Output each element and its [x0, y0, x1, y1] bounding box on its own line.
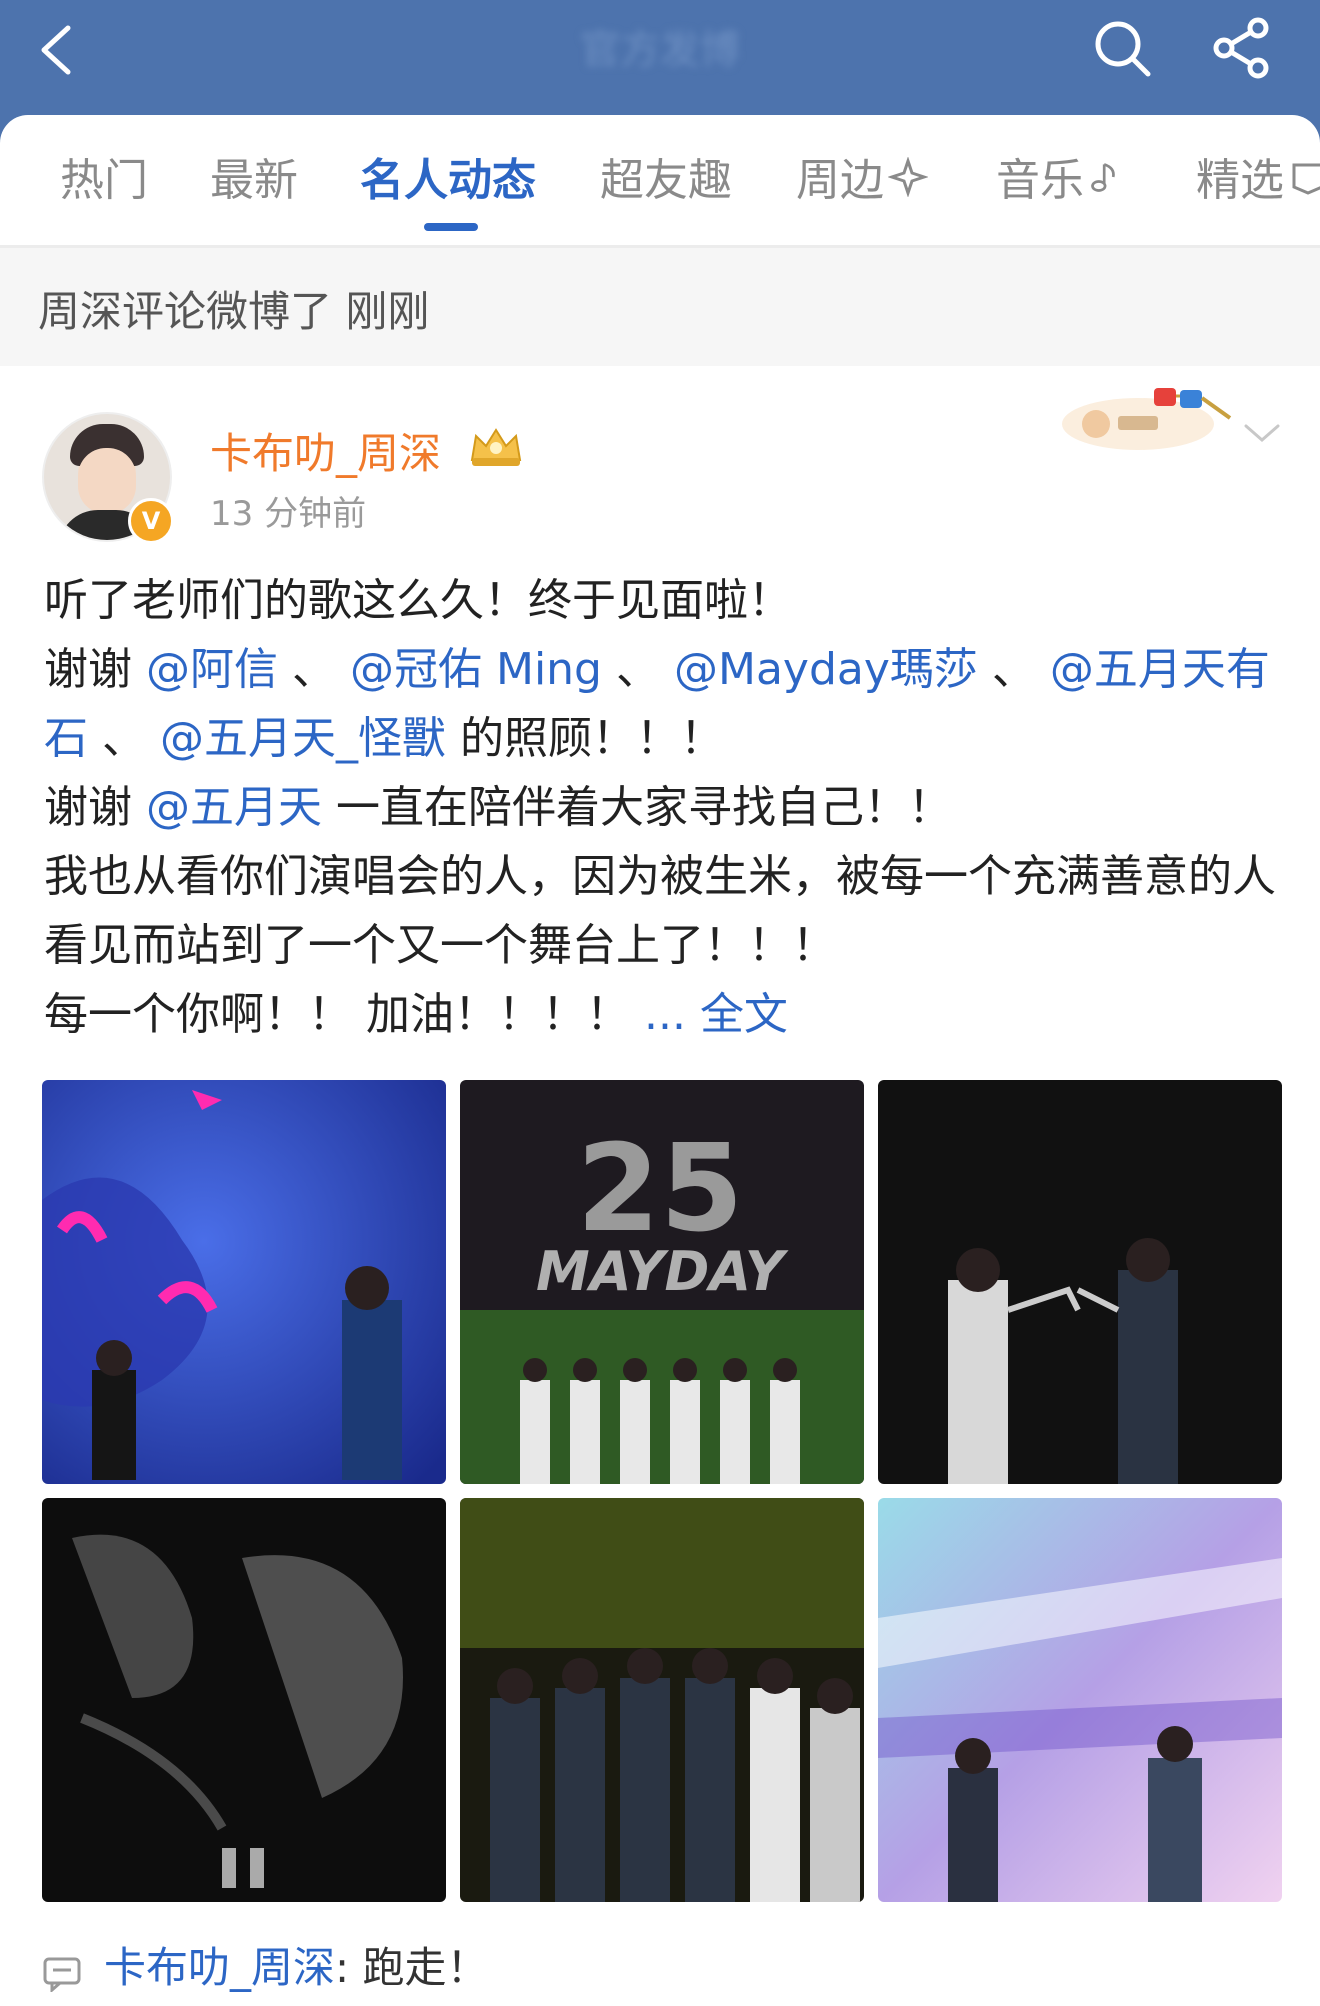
- photo-thumbnail[interactable]: [878, 1080, 1282, 1484]
- photo-thumbnail[interactable]: [460, 1498, 864, 1902]
- comment-preview[interactable]: 卡布叻_周深: 跑走！: [42, 1934, 489, 1994]
- separator: 、: [278, 644, 336, 695]
- tab-latest[interactable]: 最新: [210, 151, 298, 211]
- photo-grid: 25 MAYDAY: [42, 1080, 1282, 1902]
- post-text-fragment: 一直在陪伴着大家寻找自己！！: [322, 782, 952, 833]
- tab-hot[interactable]: 热门: [60, 151, 148, 211]
- mention-link[interactable]: @冠佑 Ming: [350, 644, 602, 695]
- crown-badge-icon: [468, 424, 524, 468]
- tab-bar: 热门 最新 名人动态 超友趣 周边 音乐 精选: [0, 115, 1320, 248]
- comment-text: : 跑走！: [335, 1943, 489, 1992]
- page-title: 官方发博: [580, 27, 740, 73]
- post-time: 13 分钟前: [210, 494, 367, 534]
- tab-music[interactable]: 音乐: [996, 151, 1124, 211]
- activity-notice: 周深评论微博了 刚刚: [0, 248, 1320, 366]
- verified-badge-icon: V: [128, 498, 174, 544]
- poster-text: 25: [577, 1120, 744, 1259]
- comment-author[interactable]: 卡布叻_周深: [104, 1943, 335, 1992]
- poster-text: MAYDAY: [536, 1240, 789, 1303]
- post-line: 每一个你啊！！ 加油！！！！: [44, 989, 644, 1040]
- post-text-fragment: 谢谢: [44, 782, 146, 833]
- featured-icon: [1288, 153, 1320, 213]
- post-line: 我也从看你们演唱会的人，因为被生米，被每一个充满善意的人看见而站到了一个又一个舞…: [44, 851, 1276, 971]
- photo-thumbnail[interactable]: [878, 1498, 1282, 1902]
- tab-label: 热门: [60, 155, 148, 206]
- separator: 、: [977, 644, 1036, 695]
- mention-link[interactable]: @Mayday瑪莎: [674, 644, 978, 695]
- mention-link[interactable]: @五月天_怪獸: [160, 713, 446, 764]
- tab-celebrity-activity[interactable]: 名人动态: [360, 151, 536, 211]
- search-icon[interactable]: [1090, 16, 1154, 80]
- photo-thumbnail[interactable]: [42, 1080, 446, 1484]
- tab-label: 最新: [210, 155, 298, 206]
- tab-merch[interactable]: 周边: [796, 151, 929, 213]
- mention-link[interactable]: @五月天: [146, 782, 322, 833]
- tab-label: 名人动态: [360, 155, 536, 206]
- read-more-link[interactable]: 全文: [700, 989, 788, 1040]
- photo-thumbnail[interactable]: [42, 1498, 446, 1902]
- post-body: 听了老师们的歌这么久！终于见面啦！ 谢谢 @阿信 、 @冠佑 Ming 、 @M…: [44, 566, 1284, 1049]
- tab-label: 周边: [796, 155, 884, 206]
- tab-label: 音乐: [996, 155, 1084, 206]
- mention-link[interactable]: @阿信: [146, 644, 278, 695]
- active-tab-indicator: [424, 223, 478, 231]
- photo-thumbnail[interactable]: 25 MAYDAY: [460, 1080, 864, 1484]
- back-arrow-icon[interactable]: [28, 20, 88, 80]
- post-username[interactable]: 卡布叻_周深: [210, 420, 441, 481]
- separator: 、: [602, 644, 660, 695]
- fan-badge-sticker-icon: [1058, 378, 1238, 458]
- post-text-fragment: 的照顾！！！: [446, 713, 724, 764]
- post-line: 听了老师们的歌这么久！终于见面啦！: [44, 575, 792, 626]
- chevron-down-icon[interactable]: [1240, 418, 1284, 448]
- tab-label: 精选: [1196, 155, 1284, 206]
- share-icon[interactable]: [1210, 16, 1274, 80]
- post-text-fragment: 谢谢: [44, 644, 146, 695]
- post-card: V 卡布叻_周深 13 分钟前 听了老师们的歌这么久！终于见面啦！ 谢谢 @阿信…: [0, 366, 1320, 2006]
- ellipsis: ...: [643, 989, 700, 1040]
- tab-super-fun[interactable]: 超友趣: [600, 151, 732, 211]
- separator: 、: [88, 713, 146, 764]
- music-note-icon: [1088, 153, 1124, 213]
- sparkle-icon: [887, 153, 929, 213]
- tab-label: 超友趣: [600, 155, 732, 206]
- activity-text: 周深评论微博了 刚刚: [38, 287, 430, 336]
- tab-featured[interactable]: 精选: [1196, 151, 1320, 211]
- comment-icon: [42, 1953, 82, 1993]
